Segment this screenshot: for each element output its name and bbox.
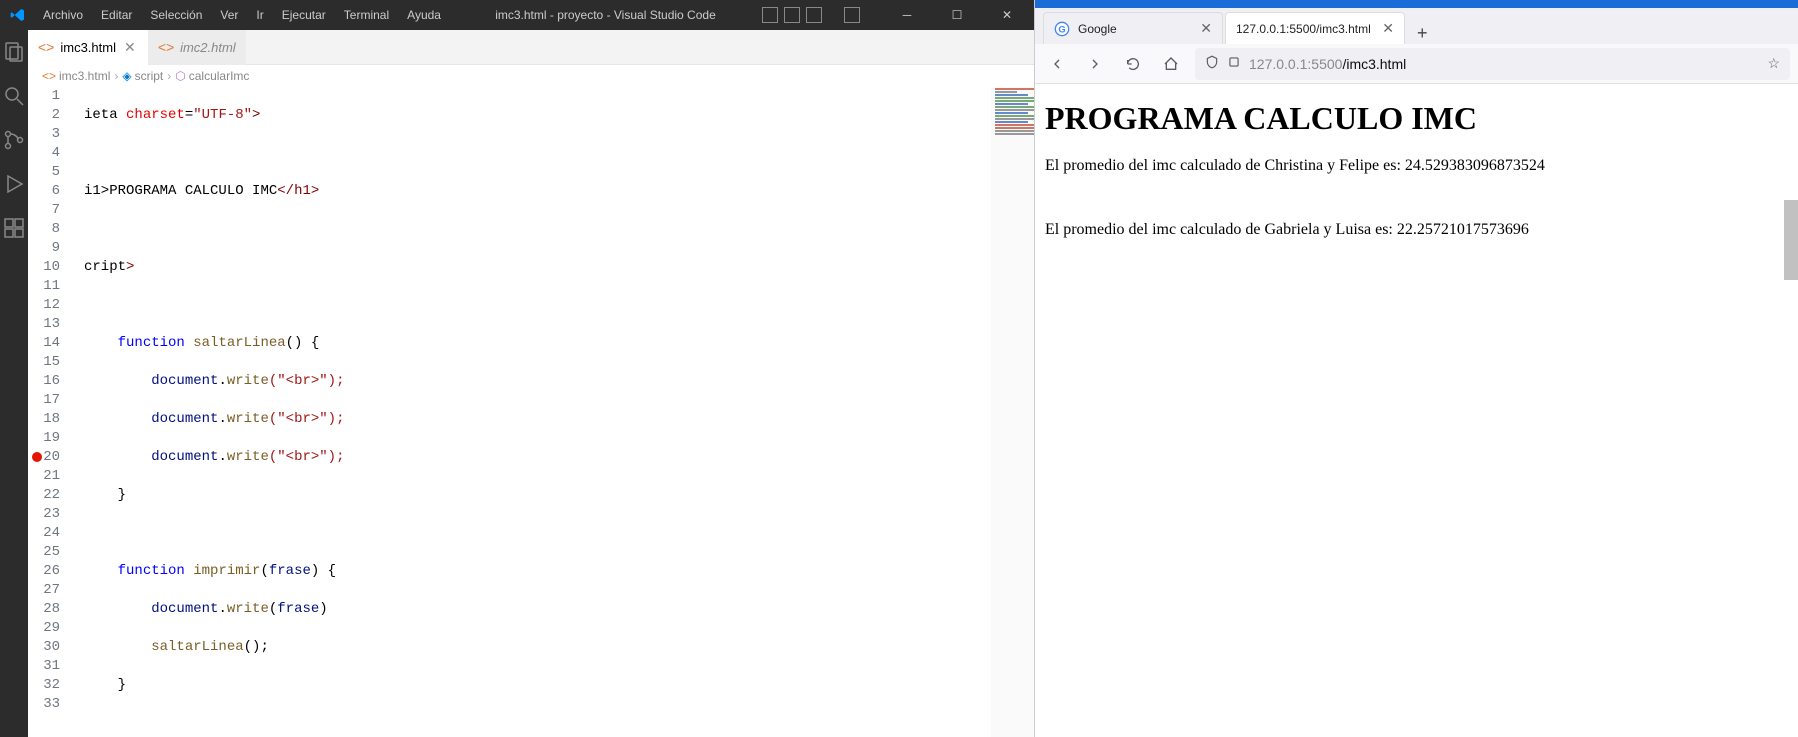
menu-terminal[interactable]: Terminal — [336, 4, 397, 26]
line-gutter: 1 2 3 4 5 6 7 8 9 10 11 12 13 14 15 16 1 — [28, 87, 78, 737]
menu-ayuda[interactable]: Ayuda — [399, 4, 449, 26]
code-editor[interactable]: 1 2 3 4 5 6 7 8 9 10 11 12 13 14 15 16 1 — [28, 87, 1034, 737]
tab-imc3[interactable]: <> imc3.html ✕ — [28, 30, 148, 65]
minimap[interactable] — [991, 87, 1034, 737]
editor-area: <> imc3.html ✕ <> imc2.html ▥ ⋯ <> imc — [28, 30, 1034, 737]
shield-icon — [1205, 55, 1219, 72]
run-debug-icon[interactable] — [0, 170, 28, 198]
layout-sidebar-left-icon[interactable] — [762, 7, 778, 23]
explorer-icon[interactable] — [0, 38, 28, 66]
forward-button[interactable] — [1081, 50, 1109, 78]
url-text: 127.0.0.1:5500/imc3.html — [1249, 56, 1406, 72]
reload-button[interactable] — [1119, 50, 1147, 78]
html-file-icon: <> — [158, 39, 174, 55]
back-button[interactable] — [1043, 50, 1071, 78]
menu-ver[interactable]: Ver — [212, 4, 246, 26]
tab-close-icon[interactable]: ✕ — [122, 37, 138, 58]
browser-toolbar: 127.0.0.1:5500/imc3.html ☆ — [1035, 44, 1798, 84]
tab-close-icon[interactable]: ✕ — [1200, 20, 1212, 37]
html-file-icon: <> — [42, 69, 56, 83]
home-button[interactable] — [1157, 50, 1185, 78]
page-text-1: El promedio del imc calculado de Christi… — [1045, 157, 1788, 175]
window-minimize-icon[interactable]: ─ — [884, 0, 930, 30]
chevron-right-icon: › — [167, 69, 171, 83]
breadcrumb-file[interactable]: <> imc3.html — [42, 69, 110, 83]
google-favicon-icon: G — [1054, 21, 1070, 37]
address-bar[interactable]: 127.0.0.1:5500/imc3.html ☆ — [1195, 48, 1790, 80]
layout-customize-icon[interactable] — [844, 7, 860, 23]
tab-imc2[interactable]: <> imc2.html — [148, 30, 246, 65]
vscode-logo-icon — [0, 7, 35, 23]
page-text-2: El promedio del imc calculado de Gabriel… — [1045, 221, 1788, 239]
browser-window: G Google ✕ 127.0.0.1:5500/imc3.html ✕ + — [1034, 0, 1798, 737]
menu-archivo[interactable]: Archivo — [35, 4, 91, 26]
browser-titlebar — [1035, 0, 1798, 8]
vscode-window: Archivo Editar Selección Ver Ir Ejecutar… — [0, 0, 1034, 737]
window-maximize-icon[interactable]: ☐ — [934, 0, 980, 30]
new-tab-button[interactable]: + — [1407, 23, 1438, 44]
browser-tabs: G Google ✕ 127.0.0.1:5500/imc3.html ✕ + — [1035, 8, 1798, 44]
breadcrumb-function[interactable]: ⬡ calcularImc — [175, 69, 249, 83]
extensions-icon[interactable] — [0, 214, 28, 242]
browser-viewport: PROGRAMA CALCULO IMC El promedio del imc… — [1035, 84, 1798, 737]
bookmark-icon[interactable]: ☆ — [1767, 55, 1780, 72]
titlebar-controls: ─ ☐ ✕ — [762, 0, 1034, 30]
window-title: imc3.html - proyecto - Visual Studio Cod… — [449, 8, 762, 22]
browser-tab-google[interactable]: G Google ✕ — [1043, 12, 1223, 44]
breakpoint-icon: 20 — [28, 448, 78, 467]
browser-tab-localhost[interactable]: 127.0.0.1:5500/imc3.html ✕ — [1225, 12, 1405, 44]
script-symbol-icon: ◈ — [122, 69, 131, 83]
svg-text:G: G — [1058, 24, 1065, 34]
info-icon — [1227, 55, 1241, 72]
tab-close-icon[interactable]: ✕ — [1382, 20, 1394, 37]
tab-label: imc3.html — [60, 40, 116, 55]
page-heading: PROGRAMA CALCULO IMC — [1045, 100, 1788, 137]
search-icon[interactable] — [0, 82, 28, 110]
source-control-icon[interactable] — [0, 126, 28, 154]
titlebar: Archivo Editar Selección Ver Ir Ejecutar… — [0, 0, 1034, 30]
activity-bar — [0, 30, 28, 737]
menubar: Archivo Editar Selección Ver Ir Ejecutar… — [35, 4, 449, 26]
menu-seleccion[interactable]: Selección — [142, 4, 210, 26]
code-content[interactable]: ieta charset="UTF-8"> i1>PROGRAMA CALCUL… — [78, 87, 1034, 737]
html-file-icon: <> — [38, 39, 54, 55]
breadcrumb: <> imc3.html › ◈ script › ⬡ calcularImc — [28, 65, 1034, 87]
layout-sidebar-right-icon[interactable] — [806, 7, 822, 23]
tab-label: imc2.html — [180, 40, 236, 55]
layout-panel-icon[interactable] — [784, 7, 800, 23]
tab-title: 127.0.0.1:5500/imc3.html — [1236, 22, 1374, 36]
menu-ejecutar[interactable]: Ejecutar — [274, 4, 334, 26]
menu-ir[interactable]: Ir — [248, 4, 271, 26]
breadcrumb-script[interactable]: ◈ script — [122, 69, 163, 83]
window-close-icon[interactable]: ✕ — [984, 0, 1030, 30]
function-symbol-icon: ⬡ — [175, 69, 185, 83]
menu-editar[interactable]: Editar — [93, 4, 140, 26]
tab-title: Google — [1078, 22, 1192, 36]
chevron-right-icon: › — [114, 69, 118, 83]
editor-tabs: <> imc3.html ✕ <> imc2.html ▥ ⋯ — [28, 30, 1034, 65]
